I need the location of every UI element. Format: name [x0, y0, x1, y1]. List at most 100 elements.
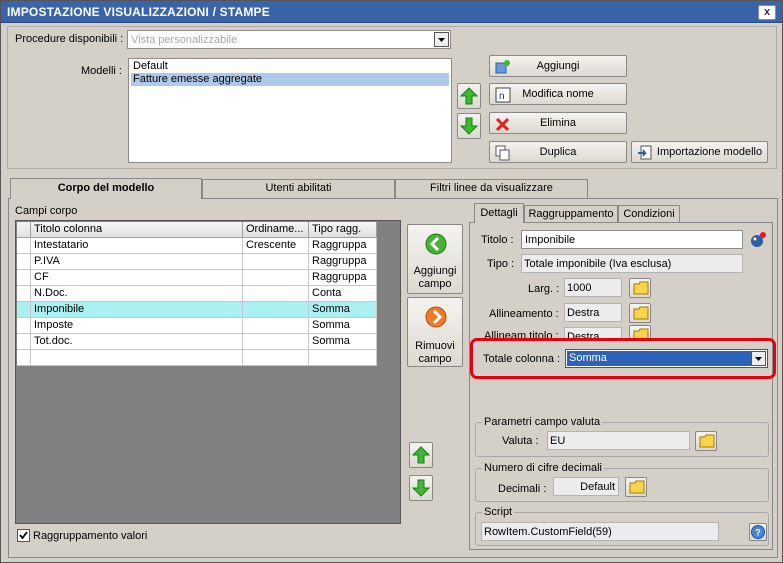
table-row-cell-empty[interactable]: [31, 350, 243, 366]
move-down-button[interactable]: [457, 113, 481, 139]
larg-input[interactable]: 1000: [564, 278, 622, 297]
valuta-folder-button[interactable]: [695, 431, 717, 451]
decimali-label: Decimali :: [498, 483, 547, 495]
valuta-input[interactable]: EU: [547, 431, 690, 450]
modelli-item-default[interactable]: Default: [131, 60, 449, 73]
rename-icon: n: [495, 87, 511, 103]
tab-condizioni[interactable]: Condizioni: [618, 205, 680, 223]
modelli-label: Modelli :: [81, 65, 122, 77]
header-titolo[interactable]: Titolo colonna: [31, 222, 243, 238]
close-button[interactable]: x: [758, 5, 776, 20]
titolo-label: Titolo :: [481, 234, 514, 246]
header-tipo[interactable]: Tipo ragg.: [309, 222, 377, 238]
rimuovi-campo-label: Rimuovi campo: [408, 340, 462, 366]
aggiungi-campo-label-line1: Aggiungi: [413, 265, 457, 277]
row-indicator: [17, 334, 31, 350]
tab-utenti-abilitati[interactable]: Utenti abilitati: [202, 179, 395, 198]
table-row-cell[interactable]: Conta: [309, 286, 377, 302]
table-row-cell-empty[interactable]: [309, 350, 377, 366]
tab-raggruppamento-label: Raggruppamento: [528, 208, 614, 220]
svg-text:?: ?: [755, 528, 761, 538]
aggiungi-button[interactable]: Aggiungi: [489, 55, 627, 77]
table-row-cell[interactable]: [243, 270, 309, 286]
table-row-cell[interactable]: Imposte: [31, 318, 243, 334]
rimuovi-campo-button[interactable]: Rimuovi campo: [407, 297, 463, 367]
row-indicator: [17, 270, 31, 286]
table-row-cell[interactable]: [243, 254, 309, 270]
decimali-folder-button[interactable]: [625, 477, 647, 497]
tab-filtri-linee[interactable]: Filtri linee da visualizzare: [395, 179, 588, 198]
table-row-cell[interactable]: Raggruppa: [309, 254, 377, 270]
table-row-cell[interactable]: Crescente: [243, 238, 309, 254]
aggiungi-label: Aggiungi: [536, 60, 580, 72]
aggiungi-campo-button[interactable]: Aggiungi campo: [407, 224, 463, 294]
tab-utenti-label: Utenti abilitati: [265, 182, 332, 194]
totale-colonna-select[interactable]: Somma: [565, 349, 768, 368]
move-up-button[interactable]: [457, 83, 481, 109]
procedure-dropdown-button[interactable]: [434, 32, 449, 47]
modelli-list[interactable]: Default Fatture emesse aggregate: [128, 58, 452, 163]
raggruppamento-checkbox[interactable]: [17, 529, 30, 542]
decimali-value: Default: [580, 481, 615, 493]
tab-filtri-label: Filtri linee da visualizzare: [430, 182, 553, 194]
table-row-cell-selected[interactable]: Somma: [309, 302, 377, 318]
duplica-button[interactable]: Duplica: [489, 141, 627, 163]
script-input[interactable]: RowItem.CustomField(59): [481, 522, 719, 541]
table-row-cell[interactable]: Intestatario: [31, 238, 243, 254]
tipo-label: Tipo :: [487, 258, 515, 270]
aggiungi-campo-label: Aggiungi campo: [408, 265, 462, 291]
table-row-cell-empty[interactable]: [243, 350, 309, 366]
table-row-cell[interactable]: CF: [31, 270, 243, 286]
duplica-label: Duplica: [539, 146, 577, 158]
table-row-cell[interactable]: Somma: [309, 318, 377, 334]
duplicate-icon: [495, 145, 510, 161]
decimali-input[interactable]: Default: [553, 477, 619, 496]
titolo-input-value: Imponibile: [525, 234, 576, 246]
procedure-label: Procedure disponibili :: [15, 33, 124, 45]
modifica-nome-button[interactable]: n Modifica nome: [489, 83, 627, 105]
tipo-readonly: Totale imponibile (Iva esclusa): [521, 254, 743, 273]
allineamento-input[interactable]: Destra: [564, 303, 622, 322]
importazione-modello-button[interactable]: Importazione modello: [631, 141, 768, 163]
larg-folder-button[interactable]: [629, 278, 651, 298]
campi-grid[interactable]: Titolo colonna Ordiname... Tipo ragg. In…: [15, 220, 401, 524]
field-move-up-button[interactable]: [409, 442, 433, 468]
table-row-cell[interactable]: Tot.doc.: [31, 334, 243, 350]
tab-raggruppamento[interactable]: Raggruppamento: [524, 205, 618, 223]
decimali-group-title: Numero di cifre decimali: [482, 462, 604, 474]
import-icon: [638, 145, 652, 160]
titolo-input[interactable]: Imponibile: [521, 230, 743, 249]
table-row-cell[interactable]: N.Doc.: [31, 286, 243, 302]
folder-icon: [699, 434, 715, 448]
arrow-up-icon: [412, 446, 430, 464]
folder-icon: [633, 281, 649, 295]
table-row-cell[interactable]: Raggruppa: [309, 270, 377, 286]
table-row-cell[interactable]: [243, 318, 309, 334]
modelli-item-selected[interactable]: Fatture emesse aggregate: [131, 73, 449, 86]
close-icon: x: [763, 6, 771, 18]
allineamento-folder-button[interactable]: [629, 303, 651, 323]
tab-corpo-del-modello[interactable]: Corpo del modello: [10, 178, 202, 199]
table-row-cell-selected[interactable]: Imponibile: [31, 302, 243, 318]
header-ordinamento[interactable]: Ordiname...: [243, 222, 309, 238]
table-row-cell[interactable]: Somma: [309, 334, 377, 350]
table-row-cell[interactable]: P.IVA: [31, 254, 243, 270]
tab-condizioni-label: Condizioni: [623, 208, 675, 220]
arrow-down-icon: [412, 479, 430, 497]
elimina-button[interactable]: Elimina: [489, 112, 627, 134]
color-picker-button[interactable]: [749, 230, 769, 249]
table-row-cell-selected[interactable]: [243, 302, 309, 318]
tab-dettagli[interactable]: Dettagli: [474, 203, 524, 223]
field-move-down-button[interactable]: [409, 475, 433, 501]
table-row-cell[interactable]: [243, 334, 309, 350]
check-icon: [19, 531, 28, 540]
importazione-label: Importazione modello: [656, 146, 763, 158]
procedure-select[interactable]: Vista personalizzabile: [127, 30, 451, 49]
script-help-button[interactable]: ?: [749, 523, 767, 541]
table-row-cell[interactable]: [243, 286, 309, 302]
allineamento-label: Allineamento :: [489, 308, 559, 320]
row-indicator: [17, 318, 31, 334]
totale-colonna-value: Somma: [569, 352, 607, 364]
table-row-cell[interactable]: Raggruppa: [309, 238, 377, 254]
totale-dropdown-button[interactable]: [751, 351, 766, 366]
